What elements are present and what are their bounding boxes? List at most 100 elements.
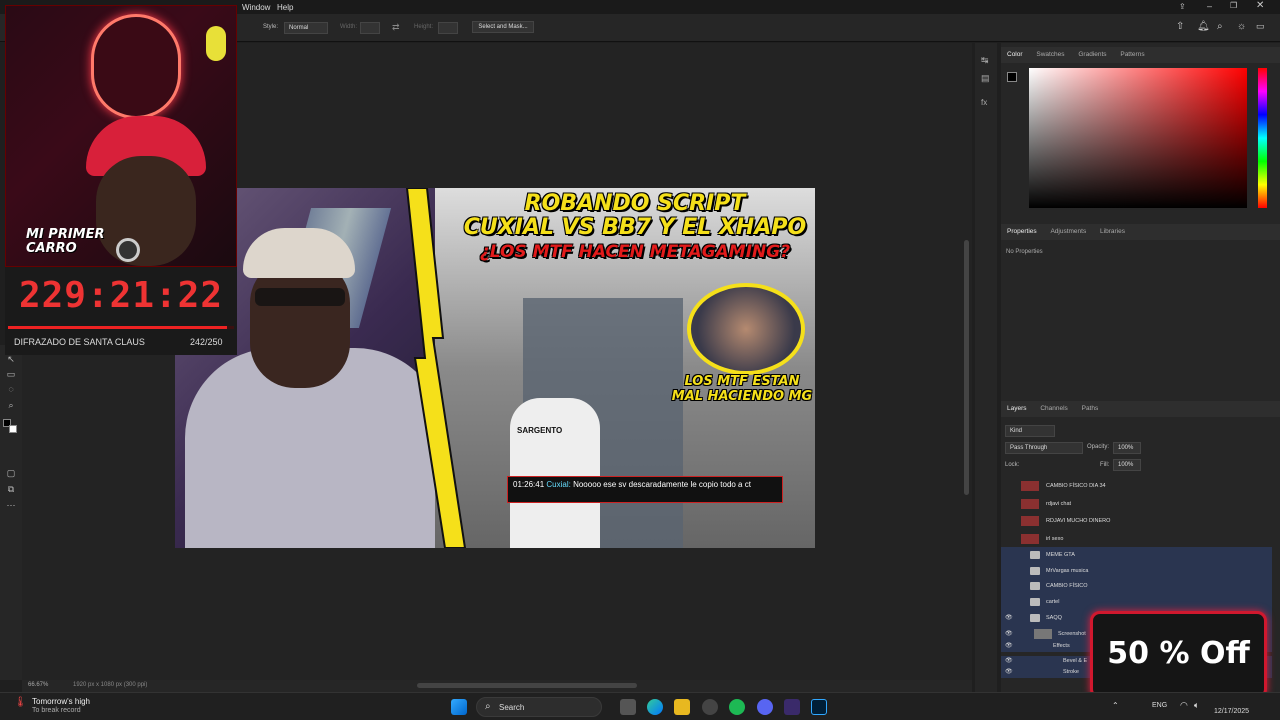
layer-row[interactable]: irl sexo <box>1001 531 1272 547</box>
language-indicator[interactable]: ENG <box>1152 702 1167 709</box>
tab-layers[interactable]: Layers <box>1001 401 1033 416</box>
visibility-eye-icon[interactable] <box>1005 478 1017 494</box>
vertical-scrollbar[interactable] <box>964 240 969 495</box>
share-doc-icon[interactable]: ⇧ <box>1176 21 1184 32</box>
blend-mode-select[interactable]: Pass Through <box>1005 442 1083 454</box>
zoom-level[interactable]: 66.67% <box>28 682 48 688</box>
foreground-swatch[interactable] <box>1007 72 1017 82</box>
width-input[interactable] <box>360 22 380 34</box>
tab-swatches[interactable]: Swatches <box>1030 47 1070 62</box>
opacity-label: Opacity: <box>1087 444 1110 450</box>
date[interactable]: 12/17/2025 <box>1214 708 1249 715</box>
tab-properties[interactable]: Properties <box>1001 224 1043 239</box>
layer-name: MrVargas musica <box>1046 568 1089 574</box>
visibility-eye-icon[interactable] <box>1005 578 1017 594</box>
discord-icon[interactable] <box>757 699 773 715</box>
layer-name: Screenshot <box>1058 631 1086 637</box>
history-icon[interactable]: ↹ <box>981 55 989 66</box>
comments-icon[interactable]: ▤ <box>981 73 990 84</box>
tab-adjustments[interactable]: Adjustments <box>1044 224 1092 239</box>
tab-gradients[interactable]: Gradients <box>1072 47 1112 62</box>
background-color[interactable] <box>9 425 17 433</box>
swap-icon[interactable]: ⇄ <box>392 22 400 33</box>
weather-line-2[interactable]: To break record <box>32 707 81 714</box>
lasso-tool-icon[interactable]: ◌ <box>5 383 17 395</box>
layer-row[interactable]: CAMBIO FÍSICO <box>1001 578 1272 594</box>
restore-icon[interactable]: ❐ <box>1230 1 1237 10</box>
visibility-eye-icon[interactable] <box>1005 563 1017 579</box>
layer-name: SAQQ <box>1046 615 1062 621</box>
bell-icon[interactable]: 🔔︎ <box>1197 21 1210 32</box>
volume-icon[interactable]: 🔈︎ <box>1194 700 1199 711</box>
fx-icon[interactable]: fx <box>981 98 987 107</box>
visibility-eye-icon[interactable]: 👁︎ <box>1005 667 1017 683</box>
obs-icon[interactable] <box>702 699 718 715</box>
tab-color[interactable]: Color <box>1001 47 1029 62</box>
wheel-icon <box>116 238 140 262</box>
style-select[interactable]: Normal <box>284 22 328 34</box>
horizontal-scrollbar[interactable] <box>417 683 637 688</box>
close-icon[interactable]: ✕ <box>1256 0 1264 11</box>
visibility-eye-icon[interactable]: 👁︎ <box>1005 626 1017 642</box>
media-encoder-icon[interactable] <box>784 699 800 715</box>
layer-row[interactable]: rdjavi chat <box>1001 496 1272 512</box>
chat-user: Cuxial: <box>546 480 571 489</box>
layer-thumbnail <box>1034 629 1052 639</box>
layer-row[interactable]: MEME GTA <box>1001 547 1272 563</box>
search-box[interactable]: ⌕ Search <box>476 697 602 717</box>
edge-icon[interactable] <box>647 699 663 715</box>
menu-help[interactable]: Help <box>277 3 293 12</box>
file-explorer-icon[interactable] <box>674 699 690 715</box>
tab-paths[interactable]: Paths <box>1076 401 1105 416</box>
layer-row[interactable]: cartel <box>1001 594 1272 610</box>
visibility-eye-icon[interactable] <box>1005 547 1017 563</box>
doc-info[interactable]: 1920 px x 1080 px (300 ppi) <box>73 682 147 688</box>
workspace-icon[interactable]: ▭ <box>1256 21 1265 32</box>
tab-patterns[interactable]: Patterns <box>1114 47 1150 62</box>
visibility-eye-icon[interactable] <box>1005 594 1017 610</box>
zoom-tool-icon[interactable]: ⌕ <box>5 399 17 411</box>
wifi-icon[interactable]: ◠ <box>1180 700 1188 711</box>
spotify-icon[interactable] <box>729 699 745 715</box>
tab-libraries[interactable]: Libraries <box>1094 224 1131 239</box>
kind-filter[interactable]: Kind <box>1005 425 1055 437</box>
layers-panel-tabs: Layers Channels Paths <box>1001 401 1280 417</box>
opacity-input[interactable]: 100% <box>1113 442 1141 454</box>
visibility-eye-icon[interactable] <box>1005 496 1017 512</box>
visibility-eye-icon[interactable] <box>1005 531 1017 547</box>
search-icon[interactable]: ⌕ <box>1217 21 1223 32</box>
lightbulb-icon[interactable]: ☼ <box>1237 21 1246 32</box>
layer-row[interactable]: MrVargas musica <box>1001 563 1272 579</box>
marquee-tool-icon[interactable]: ▭ <box>5 368 17 380</box>
visibility-eye-icon[interactable]: 👁︎ <box>1005 610 1017 626</box>
height-input[interactable] <box>438 22 458 34</box>
photoshop-icon[interactable] <box>811 699 827 715</box>
style-label: Style: <box>263 24 279 30</box>
frame-tool-icon[interactable]: ⧉ <box>5 483 17 495</box>
task-view-icon[interactable] <box>620 699 636 715</box>
screen-mode-icon[interactable]: ▢ <box>5 467 17 479</box>
share-icon[interactable]: ⇪ <box>1179 2 1186 11</box>
document-canvas[interactable]: SARGENTO ROBANDO SCRIPT CUXIAL VS BB7 Y … <box>175 188 815 548</box>
layer-thumbnail <box>1021 499 1039 509</box>
tab-channels[interactable]: Channels <box>1034 401 1073 416</box>
weather-icon[interactable]: 🌡︎ <box>14 697 27 708</box>
more-tools-icon[interactable]: ⋯ <box>5 499 17 511</box>
layer-name: RDJAVI MUCHO DINERO <box>1046 518 1111 524</box>
search-label: Search <box>499 703 525 712</box>
tray-chevron-icon[interactable]: ⌃ <box>1112 701 1119 710</box>
color-field[interactable] <box>1029 68 1247 208</box>
no-properties-text: No Properties <box>1006 249 1043 255</box>
layer-row[interactable]: CAMBIO FÍSICO DIA 34 <box>1001 478 1272 494</box>
layer-row[interactable]: RDJAVI MUCHO DINERO <box>1001 513 1272 529</box>
weather-line-1[interactable]: Tomorrow's high <box>32 697 90 706</box>
menu-window[interactable]: Window <box>242 3 270 12</box>
visibility-eye-icon[interactable] <box>1005 513 1017 529</box>
select-and-mask-button[interactable]: Select and Mask... <box>472 21 534 33</box>
folder-icon <box>1030 551 1040 559</box>
fill-input[interactable]: 100% <box>1113 459 1141 471</box>
hue-slider[interactable] <box>1258 68 1267 208</box>
minimize-icon[interactable]: – <box>1207 1 1219 13</box>
visibility-eye-icon[interactable]: 👁︎ <box>1005 641 1017 657</box>
start-icon[interactable] <box>451 699 467 715</box>
